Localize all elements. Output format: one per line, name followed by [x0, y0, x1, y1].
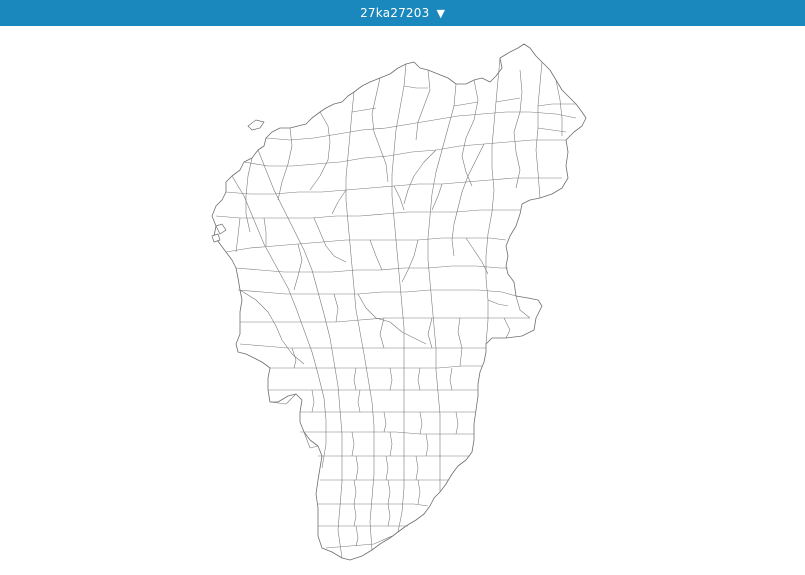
- area-code-dropdown[interactable]: 27ka27203 ▼: [0, 0, 805, 26]
- city-outline: [211, 43, 587, 561]
- islet-1: [247, 119, 265, 131]
- caret-down-icon: ▼: [436, 6, 445, 20]
- boundary-map[interactable]: [0, 26, 805, 575]
- map-area[interactable]: [0, 26, 805, 575]
- area-code-label: 27ka27203: [360, 6, 430, 20]
